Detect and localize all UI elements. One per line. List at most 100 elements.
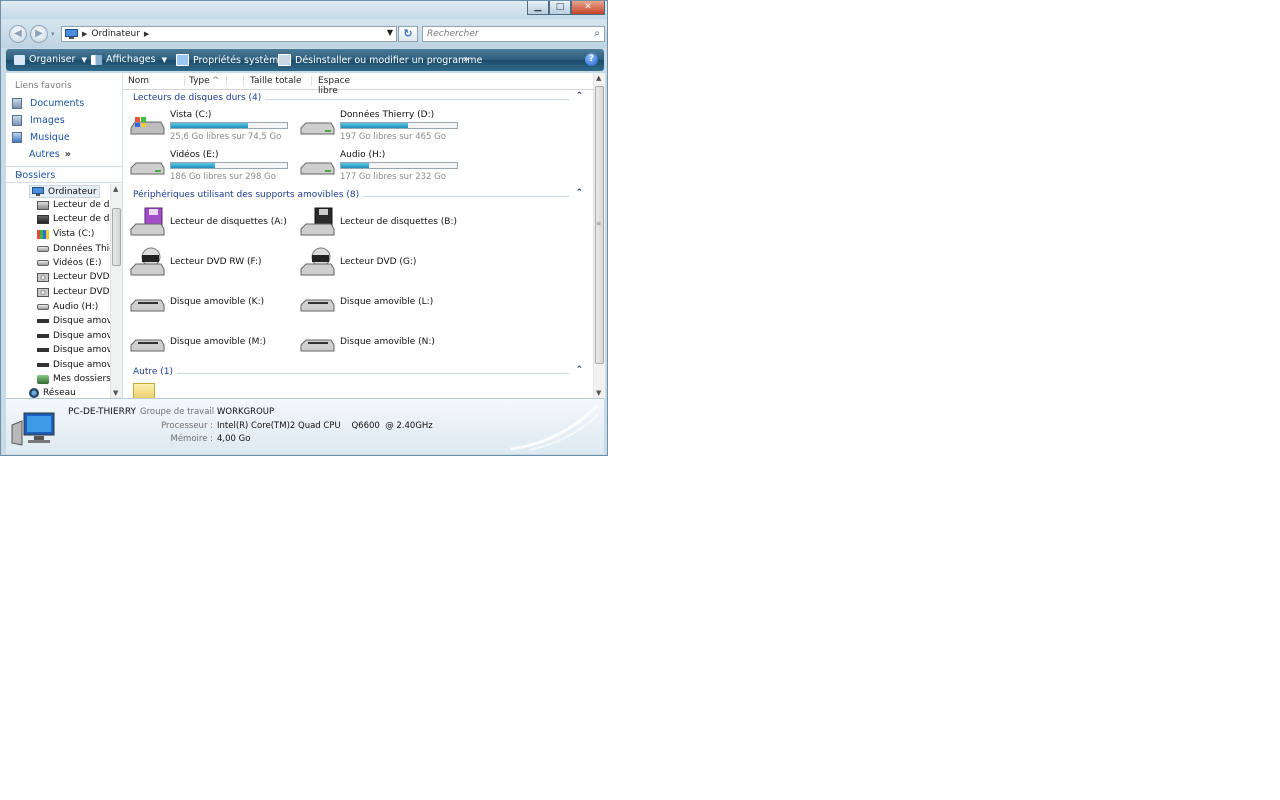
drive-usage-fill [341,163,369,168]
system-properties-button[interactable]: Propriétés système [176,54,284,66]
scroll-down-icon[interactable]: ▼ [113,389,118,397]
tree-item-computer[interactable]: Ordinateur [29,185,100,198]
scroll-up-icon[interactable]: ▲ [596,74,601,82]
explorer-window: ▁ □ ✕ ◀ ▶ ▾ ▶ Ordinateur ▶ ▼ ↻ Recherche… [0,0,608,456]
drive-tile[interactable]: Vidéos (E:) 186 Go libres sur 298 Go [129,150,294,184]
tree-item-audio-h[interactable]: Audio (H:) [37,302,98,312]
search-input[interactable]: Rechercher ⌕ [422,26,605,42]
help-label: ? [588,54,595,64]
device-name: Disque amovible (M:) [170,337,266,347]
tree-item-floppy-b[interactable]: Lecteur de dis [37,214,110,224]
device-tile[interactable]: Lecteur DVD (G:) [299,247,464,281]
address-bar[interactable]: ▶ Ordinateur ▶ ▼ [61,26,397,42]
breadcrumb-separator-icon[interactable]: ▶ [144,30,149,38]
drive-usage-fill [171,163,216,168]
tree-item-removable-l[interactable]: Disque amov [37,331,110,341]
group-other[interactable]: Autre (1) ⌃ [133,365,583,379]
recent-pages-dropdown-icon[interactable]: ▾ [51,30,55,38]
column-header-total-size[interactable]: Taille totale [250,76,312,86]
title-bar[interactable]: ▁ □ ✕ [1,1,607,19]
scrollbar-grip-icon: ≡ [596,220,602,227]
device-tile[interactable]: Lecteur DVD RW (F:) [129,247,294,281]
tree-item-removable-k[interactable]: Disque amov [37,316,110,326]
minimize-icon[interactable]: ▁ [527,1,549,15]
command-bar: Organiser ▼ Affichages ▼ Propriétés systèm… [6,49,604,71]
drive-tile[interactable]: Données Thierry (D:) 197 Go libres sur 4… [299,110,464,144]
collapse-icon[interactable]: ⌃ [575,365,583,375]
device-tile[interactable]: Lecteur de disquettes (A:) [129,207,294,241]
scroll-up-icon[interactable]: ▲ [113,185,118,193]
cpu-value: Intel(R) Core(TM)2 Quad CPU Q6600 @ 2.40… [217,421,433,431]
more-commands-button[interactable]: » [463,54,469,65]
folders-header[interactable]: Dossiers ⌄ [6,166,122,183]
computer-icon [65,29,78,39]
tree-item-vista-c[interactable]: Vista (C:) [37,229,94,239]
collapse-icon[interactable]: ⌃ [575,188,583,198]
drive-usage-bar [340,122,458,129]
floppy-icon [130,207,165,236]
device-tile[interactable]: Disque amovible (N:) [299,327,464,361]
organize-button[interactable]: Organiser ▼ [14,54,87,65]
chevron-down-icon[interactable]: ⌄ [15,168,116,179]
details-pane: PC-DE-THIERRY Groupe de travail : WORKGR… [6,398,604,454]
tree-item-dvd-f[interactable]: Lecteur DVD I [37,272,110,282]
favorite-link-documents[interactable]: Documents [12,98,84,109]
group-title: Autre (1) [133,367,178,377]
drive-usage-fill [171,123,248,128]
favorite-link-images[interactable]: Images [12,115,65,126]
collapse-icon[interactable]: ⌃ [575,91,583,101]
drive-free-space: 197 Go libres sur 465 Go [340,132,446,142]
memory-label: Mémoire : [170,434,213,444]
column-header-name[interactable]: Nom [128,76,185,86]
favorite-links-more[interactable]: Autres » [29,149,71,160]
cpu-label: Processeur : [161,421,213,431]
navigation-pane: Liens favoris Documents Images Musique A… [6,73,123,398]
folder-tree-scrollbar[interactable]: ▲ ▼ [110,184,122,398]
tree-item-videos-e[interactable]: Vidéos (E:) [37,258,102,268]
device-name: Disque amovible (K:) [170,297,265,307]
scrollbar-thumb[interactable] [112,208,121,266]
group-removable-devices[interactable]: Périphériques utilisant des supports amo… [133,188,583,202]
tree-item-dvd-g[interactable]: Lecteur DVD ( [37,287,110,297]
tree-item-removable-m[interactable]: Disque amov [37,345,110,355]
close-icon[interactable]: ✕ [571,1,605,15]
back-button[interactable]: ◀ [9,25,27,43]
device-tile[interactable]: Disque amovible (M:) [129,327,294,361]
refresh-button[interactable]: ↻ [398,26,418,42]
tree-item-network[interactable]: Réseau [29,388,76,398]
breadcrumb-computer[interactable]: Ordinateur [91,29,140,39]
folder-icon[interactable] [133,383,155,398]
content-scrollbar[interactable]: ▲ ≡ ▼ [593,73,605,398]
favorite-link-music[interactable]: Musique [12,132,70,143]
hard-drive-icon [300,122,335,135]
scroll-down-icon[interactable]: ▼ [596,389,601,397]
tree-item-label: Lecteur DVD I [53,272,110,282]
views-button[interactable]: Affichages ▼ [91,54,167,65]
drive-free-space: 177 Go libres sur 232 Go [340,172,446,182]
tree-item-label: Vista (C:) [53,229,95,239]
search-icon[interactable]: ⌕ [594,28,600,39]
organize-icon [14,54,25,65]
favorite-label: Musique [30,132,70,143]
tree-item-data-d[interactable]: Données Thie [37,244,110,254]
workgroup-value: WORKGROUP [217,407,275,417]
device-tile[interactable]: Disque amovible (L:) [299,287,464,321]
drive-tile[interactable]: Vista (C:) 25,6 Go libres sur 74,5 Go [129,110,294,144]
chevron-down-icon: ▼ [81,55,87,64]
tree-item-shared-folders[interactable]: Mes dossiers [37,374,110,384]
uninstall-program-button[interactable]: Désinstaller ou modifier un programme [278,54,482,66]
group-hard-drives[interactable]: Lecteurs de disques durs (4) ⌃ [133,91,583,105]
views-label: Affichages [106,54,156,65]
address-dropdown-icon[interactable]: ▼ [387,28,393,37]
tree-item-removable-n[interactable]: Disque amov [37,360,110,370]
help-icon[interactable]: ? [585,53,598,66]
device-tile[interactable]: Lecteur de disquettes (B:) [299,207,464,241]
tree-item-floppy-a[interactable]: Lecteur de dis [37,200,110,210]
breadcrumb-separator-icon[interactable]: ▶ [82,30,87,38]
device-tile[interactable]: Disque amovible (K:) [129,287,294,321]
removable-drive-icon [130,299,165,312]
tree-item-label: Lecteur DVD ( [53,287,110,297]
maximize-icon[interactable]: □ [549,1,571,15]
drive-tile[interactable]: Audio (H:) 177 Go libres sur 232 Go [299,150,464,184]
forward-button[interactable]: ▶ [30,25,48,43]
